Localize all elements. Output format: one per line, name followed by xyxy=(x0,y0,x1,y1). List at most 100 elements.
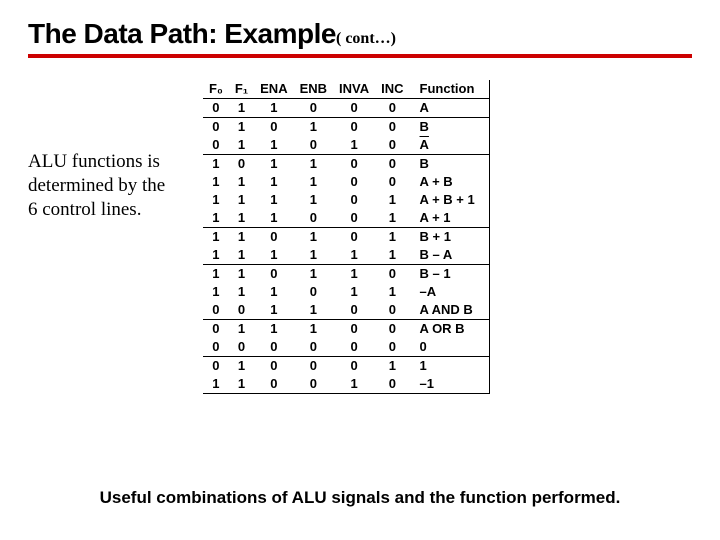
table-row: 110101B + 1 xyxy=(203,228,489,247)
table-cell: 0 xyxy=(375,118,409,137)
col-header: INC xyxy=(375,80,409,99)
table-cell: 1 xyxy=(203,209,229,228)
table-cell: 0 xyxy=(254,357,293,376)
table-cell: 0 xyxy=(294,209,333,228)
table-cell: 0 xyxy=(333,191,375,209)
table-cell: B – 1 xyxy=(410,265,490,284)
table-cell: 1 xyxy=(203,375,229,394)
table-cell: 1 xyxy=(294,265,333,284)
table-cell: A xyxy=(410,99,490,118)
table-cell: B xyxy=(410,118,490,137)
table-cell: A + B + 1 xyxy=(410,191,490,209)
table-cell: –1 xyxy=(410,375,490,394)
table-cell: 1 xyxy=(229,136,254,155)
table-cell: 0 xyxy=(254,118,293,137)
table-cell: 1 xyxy=(254,155,293,174)
table-cell: 1 xyxy=(375,209,409,228)
table-row: 110110B – 1 xyxy=(203,265,489,284)
table-cell: 1 xyxy=(229,118,254,137)
table-row: 011000A xyxy=(203,99,489,118)
table-cell: 1 xyxy=(203,265,229,284)
table-cell: 0 xyxy=(203,136,229,155)
table-cell: 0 xyxy=(203,301,229,320)
table-cell: 0 xyxy=(333,357,375,376)
table-row: 111101A + B + 1 xyxy=(203,191,489,209)
table-cell: 0 xyxy=(333,209,375,228)
table-cell: B – A xyxy=(410,246,490,265)
table-cell: 1 xyxy=(254,209,293,228)
table-cell: 0 xyxy=(254,265,293,284)
table-cell: 0 xyxy=(410,338,490,357)
table-cell: 1 xyxy=(203,155,229,174)
table-cell: 0 xyxy=(254,375,293,394)
table-cell: 1 xyxy=(229,228,254,247)
table-row: 011010A xyxy=(203,136,489,155)
table-cell: 1 xyxy=(254,99,293,118)
side-text: ALU functions is determined by the 6 con… xyxy=(28,150,168,221)
title-main: The Data Path: Example xyxy=(28,18,336,49)
col-header: ENB xyxy=(294,80,333,99)
table-cell: A + 1 xyxy=(410,209,490,228)
table-cell: 0 xyxy=(375,320,409,339)
table-cell: 1 xyxy=(254,191,293,209)
table-row: 001100A AND B xyxy=(203,301,489,320)
table-cell: 1 xyxy=(333,246,375,265)
table-cell: 0 xyxy=(375,173,409,191)
table-cell: 1 xyxy=(294,301,333,320)
table-cell: 1 xyxy=(375,228,409,247)
table-cell: 0 xyxy=(254,228,293,247)
alu-table: F₀F₁ENAENBINVAINCFunction 011000A010100B… xyxy=(203,80,490,394)
table-cell: 0 xyxy=(333,99,375,118)
table-cell: 0 xyxy=(229,338,254,357)
alu-table-head: F₀F₁ENAENBINVAINCFunction xyxy=(203,80,489,99)
alu-table-body: 011000A010100B011010A101100B111100A + B1… xyxy=(203,99,489,394)
table-cell: A + B xyxy=(410,173,490,191)
slide-title: The Data Path: Example( cont…) xyxy=(28,18,692,50)
table-cell: 0 xyxy=(229,301,254,320)
table-cell: 1 xyxy=(229,375,254,394)
table-cell: 1 xyxy=(410,357,490,376)
table-cell: 1 xyxy=(375,357,409,376)
table-cell: 1 xyxy=(333,375,375,394)
table-cell: B xyxy=(410,155,490,174)
table-row: 0100011 xyxy=(203,357,489,376)
table-cell: –A xyxy=(410,283,490,301)
table-cell: 0 xyxy=(375,99,409,118)
table-row: 111111B – A xyxy=(203,246,489,265)
title-underline xyxy=(28,54,692,58)
table-cell: 1 xyxy=(229,191,254,209)
table-cell: 0 xyxy=(333,320,375,339)
col-header: ENA xyxy=(254,80,293,99)
table-cell: 1 xyxy=(333,136,375,155)
col-header: INVA xyxy=(333,80,375,99)
table-cell: 0 xyxy=(294,375,333,394)
table-row: 010100B xyxy=(203,118,489,137)
table-cell: 0 xyxy=(333,338,375,357)
table-cell: 1 xyxy=(294,246,333,265)
table-cell: 0 xyxy=(294,357,333,376)
table-cell: 1 xyxy=(203,191,229,209)
table-cell: 0 xyxy=(333,228,375,247)
table-cell: A xyxy=(410,136,490,155)
table-cell: 1 xyxy=(333,283,375,301)
table-cell: 1 xyxy=(229,320,254,339)
table-row: 0000000 xyxy=(203,338,489,357)
table-cell: A AND B xyxy=(410,301,490,320)
table-cell: 1 xyxy=(229,99,254,118)
table-row: 111001A + 1 xyxy=(203,209,489,228)
table-cell: 1 xyxy=(229,283,254,301)
table-cell: 0 xyxy=(375,265,409,284)
table-cell: 0 xyxy=(203,357,229,376)
table-cell: 0 xyxy=(375,301,409,320)
table-cell: 0 xyxy=(333,155,375,174)
table-cell: 1 xyxy=(254,283,293,301)
table-cell: 0 xyxy=(203,99,229,118)
table-cell: 0 xyxy=(203,338,229,357)
table-cell: 1 xyxy=(254,136,293,155)
table-cell: 1 xyxy=(294,173,333,191)
table-cell: 1 xyxy=(375,191,409,209)
table-cell: 1 xyxy=(294,118,333,137)
table-row: 101100B xyxy=(203,155,489,174)
alu-table-wrap: F₀F₁ENAENBINVAINCFunction 011000A010100B… xyxy=(203,80,490,394)
table-cell: 0 xyxy=(229,155,254,174)
